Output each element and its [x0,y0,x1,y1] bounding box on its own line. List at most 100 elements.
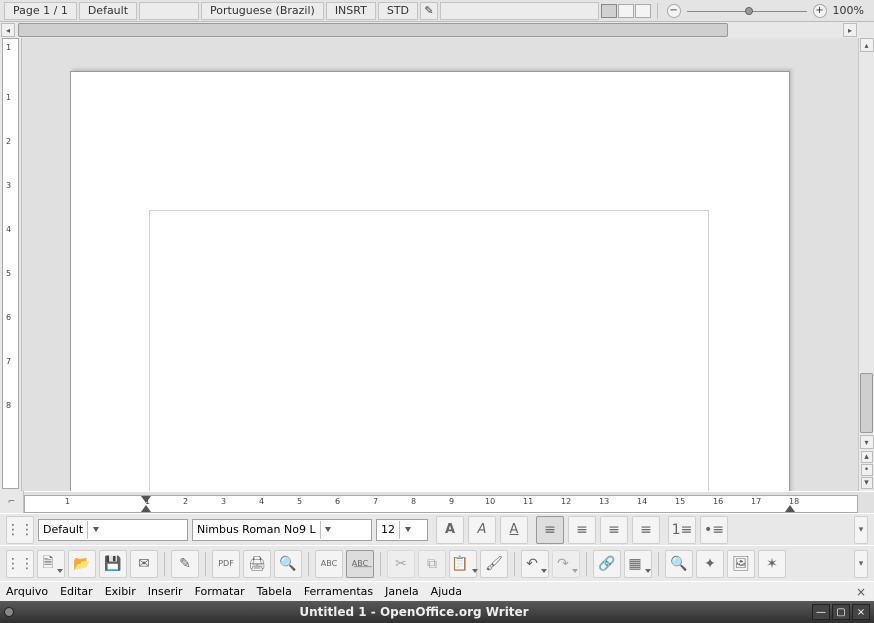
align-justify-button[interactable]: ≡ [632,516,660,544]
bullet-list-button[interactable]: •≡ [700,516,728,544]
zoom-slider[interactable] [687,4,807,18]
spellcheck-button[interactable]: ABC [315,550,343,578]
document-workspace: 1 1 2 3 4 5 6 7 8 ▴ ▾ ▴ • ▾ [0,38,874,491]
navigation-buttons: ▴ • ▾ [861,449,873,491]
paragraph-style-combo[interactable]: Default [38,519,188,541]
menu-exibir[interactable]: Exibir [105,585,136,598]
zoom-out-button[interactable]: − [667,4,681,18]
status-page-style[interactable]: Default [79,2,137,20]
edit-file-button[interactable]: ✎ [171,550,199,578]
menu-ferramentas[interactable]: Ferramentas [304,585,373,598]
new-document-button[interactable]: 🗎 [37,550,65,578]
next-page-button[interactable]: ▾ [861,477,873,489]
toolbar-handle-icon[interactable]: ⋮⋮ [6,550,34,578]
vertical-scrollbar[interactable]: ▴ ▾ ▴ • ▾ [858,38,874,491]
prev-page-button[interactable]: ▴ [861,451,873,463]
vscroll-track[interactable] [859,52,874,435]
undo-button[interactable]: ↶ [521,550,549,578]
save-button[interactable]: 💾 [99,550,127,578]
ruler-num: 14 [637,497,647,506]
left-indent-marker[interactable] [141,505,151,512]
auto-spellcheck-button[interactable]: A͟B͟C͟ [346,550,374,578]
status-signature-icon[interactable]: ✎ [420,2,438,20]
export-pdf-button[interactable]: PDF [212,550,240,578]
toolbar-overflow-button[interactable]: ▾ [854,516,868,544]
document-view[interactable] [22,38,858,491]
print-preview-button[interactable]: 🔍 [274,550,302,578]
align-right-button[interactable]: ≡ [600,516,628,544]
dropdown-arrow-icon[interactable] [399,521,415,539]
menu-formatar[interactable]: Formatar [195,585,245,598]
hscroll-thumb[interactable] [18,23,728,37]
format-paintbrush-button[interactable]: 🖌 [480,550,508,578]
print-button[interactable]: 🖨 [243,550,271,578]
minimize-button[interactable]: — [812,604,830,620]
align-center-button[interactable]: ≡ [568,516,596,544]
mail-button[interactable]: ✉ [130,550,158,578]
copy-button[interactable]: ⧉ [418,550,446,578]
hscroll-track[interactable] [16,22,842,38]
underline-button[interactable]: A [500,516,528,544]
bold-button[interactable]: A [436,516,464,544]
text-area[interactable] [149,210,709,491]
italic-button[interactable]: A [468,516,496,544]
status-page[interactable]: Page 1 / 1 [4,2,77,20]
ruler-num: 5 [297,497,302,506]
redo-button[interactable]: ↷ [552,550,580,578]
menu-ajuda[interactable]: Ajuda [431,585,462,598]
view-multi-page-icon[interactable] [618,4,634,18]
vruler-num: 1 [6,43,11,52]
status-selection-mode[interactable]: STD [378,2,418,20]
font-name-combo[interactable]: Nimbus Roman No9 L [192,519,372,541]
vscroll-thumb[interactable] [860,373,873,433]
align-left-button[interactable]: ≡ [536,516,564,544]
ruler-num: 7 [373,497,378,506]
menu-tabela[interactable]: Tabela [257,585,292,598]
menu-inserir[interactable]: Inserir [148,585,183,598]
menu-arquivo[interactable]: Arquivo [6,585,48,598]
navigation-menu-button[interactable]: • [861,464,873,476]
dropdown-arrow-icon[interactable] [320,521,336,539]
menu-bar: Arquivo Editar Exibir Inserir Formatar T… [0,581,874,601]
vscroll-up-arrow[interactable]: ▴ [860,38,874,52]
ruler-num: 12 [561,497,571,506]
close-button[interactable]: × [852,604,870,620]
hyperlink-button[interactable]: 🔗 [593,550,621,578]
numbered-list-button[interactable]: 1≡ [668,516,696,544]
hscroll-right-arrow[interactable]: ▸ [843,23,857,37]
toolbar-overflow-button[interactable]: ▾ [854,550,868,578]
open-button[interactable]: 📂 [68,550,96,578]
status-insert-mode[interactable]: INSRT [326,2,376,20]
dropdown-arrow-icon[interactable] [87,521,103,539]
font-name-value: Nimbus Roman No9 L [197,523,316,536]
page[interactable] [70,71,790,491]
vscroll-down-arrow[interactable]: ▾ [860,435,874,449]
menu-janela[interactable]: Janela [385,585,419,598]
navigator-button[interactable]: ✦ [696,550,724,578]
vruler-track[interactable]: 1 1 2 3 4 5 6 7 8 [2,38,19,489]
vertical-ruler[interactable]: 1 1 2 3 4 5 6 7 8 [0,38,22,491]
font-size-combo[interactable]: 12 [376,519,428,541]
paste-button[interactable]: 📋 [449,550,477,578]
right-indent-marker[interactable] [785,505,795,512]
find-button[interactable]: 🔍 [665,550,693,578]
data-sources-button[interactable]: ✶ [758,550,786,578]
cut-button[interactable]: ✂ [387,550,415,578]
status-language[interactable]: Portuguese (Brazil) [201,2,324,20]
close-document-button[interactable]: × [854,585,868,599]
gallery-button[interactable]: 🖼 [727,550,755,578]
toolbar-handle-icon[interactable]: ⋮⋮ [6,516,34,544]
ruler-corner-icon[interactable]: ⌐ [0,491,24,513]
horizontal-ruler[interactable]: 1 1 2 3 4 5 6 7 8 9 10 11 12 13 14 15 16… [24,495,858,513]
zoom-in-button[interactable]: + [813,4,827,18]
app-menu-icon[interactable] [4,607,14,617]
insert-table-button[interactable]: ▦ [624,550,652,578]
ruler-num: 3 [221,497,226,506]
horizontal-scrollbar[interactable]: ◂ ▸ [0,22,858,38]
view-single-page-icon[interactable] [601,4,617,18]
hscroll-left-arrow[interactable]: ◂ [1,23,15,37]
view-book-icon[interactable] [635,4,651,18]
menu-editar[interactable]: Editar [60,585,93,598]
zoom-percent[interactable]: 100% [827,4,870,17]
maximize-button[interactable]: ▢ [832,604,850,620]
